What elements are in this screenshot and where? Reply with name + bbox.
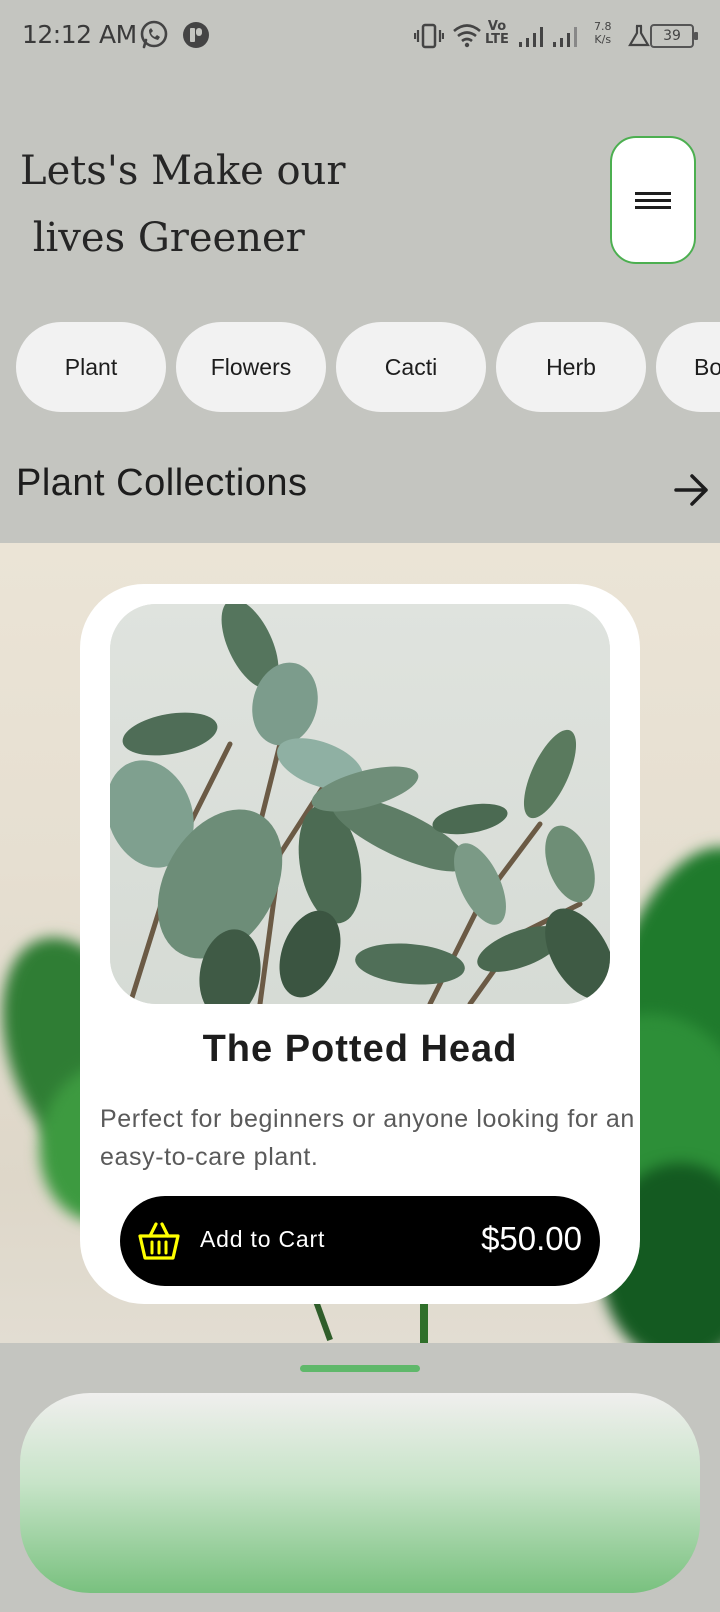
add-to-cart-label: Add to Cart	[200, 1226, 326, 1252]
chip-plant[interactable]: Plant	[16, 322, 166, 412]
add-to-cart-button[interactable]: Add to Cart $50.00	[120, 1196, 600, 1286]
wifi-icon	[453, 24, 481, 48]
product-image	[110, 604, 610, 1004]
arrow-right-icon[interactable]	[672, 470, 712, 510]
menu-button[interactable]	[610, 136, 696, 264]
network-speed: 7.8 K/s	[594, 20, 612, 46]
speed-value: 7.8	[594, 20, 612, 33]
category-chips: Plant Flowers Cacti Herb Bo	[16, 322, 720, 412]
status-time: 12:12 AM	[22, 20, 137, 49]
signal-icon	[553, 27, 577, 47]
sheet-handle[interactable]	[300, 1365, 420, 1372]
chip-flowers[interactable]: Flowers	[176, 322, 326, 412]
whatsapp-icon	[140, 20, 168, 49]
speed-unit: K/s	[594, 33, 612, 46]
product-title: The Potted Head	[202, 1028, 518, 1070]
chip-bo[interactable]: Bo	[656, 322, 720, 412]
chip-cacti[interactable]: Cacti	[336, 322, 486, 412]
hamburger-icon	[635, 188, 671, 213]
product-description: Perfect for beginners or anyone looking …	[100, 1105, 635, 1171]
status-bar: 12:12 AM Vo LTE 7.8 K/s 39	[0, 0, 720, 72]
chip-herb[interactable]: Herb	[496, 322, 646, 412]
product-price: $50.00	[481, 1220, 582, 1257]
network-type: Vo LTE	[485, 19, 509, 47]
basket-icon	[138, 1222, 180, 1260]
signal-icon	[519, 27, 543, 47]
battery-icon: 39	[650, 24, 698, 48]
vibrate-icon	[414, 23, 444, 49]
page-headline: Lets's Make our lives Greener	[20, 148, 346, 261]
bottom-sheet-card[interactable]	[20, 1393, 700, 1593]
section-title: Plant Collections	[16, 462, 308, 504]
notification-icon	[183, 22, 209, 48]
lab-icon	[628, 24, 650, 47]
